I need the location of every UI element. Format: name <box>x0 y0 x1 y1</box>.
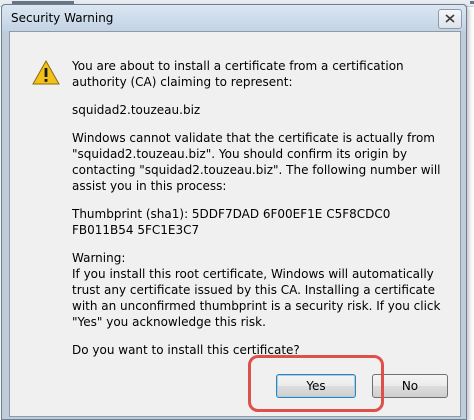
warning-text: Warning: If you install this root certif… <box>72 251 441 329</box>
ca-name: squidad2.touzeau.biz <box>72 103 201 117</box>
message-content: You are about to install a certificate f… <box>72 58 442 370</box>
dialog-title: Security Warning <box>11 11 114 25</box>
close-button[interactable] <box>438 9 462 29</box>
screen: Security Warning You are about to instal… <box>0 0 474 420</box>
thumbprint-text: Thumbprint (sha1): 5DDF7DAD 6F00EF1E C5F… <box>72 207 391 237</box>
dialog-body: You are about to install a certificate f… <box>9 31 461 417</box>
intro-text: You are about to install a certificate f… <box>72 59 404 89</box>
title-bar[interactable]: Security Warning <box>2 5 466 31</box>
security-warning-dialog: Security Warning You are about to instal… <box>1 4 467 420</box>
yes-button-highlight <box>248 355 384 412</box>
warning-icon <box>32 60 60 85</box>
close-icon <box>445 14 455 23</box>
validation-text: Windows cannot validate that the certifi… <box>72 131 441 193</box>
